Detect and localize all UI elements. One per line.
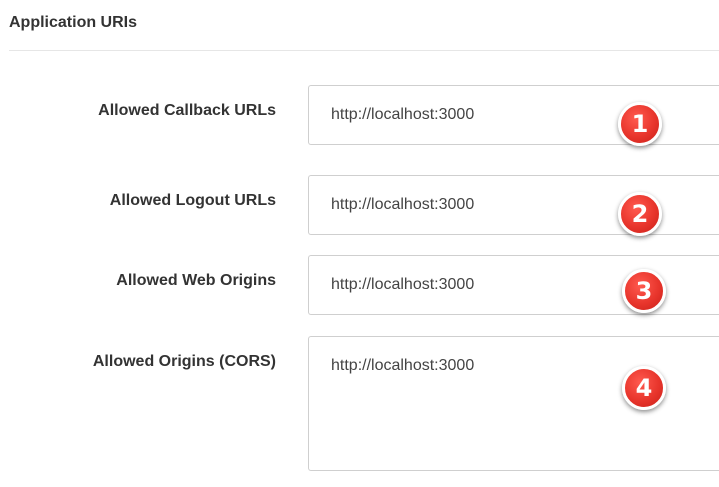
annotation-badge-2: 2 [618,192,662,236]
annotation-badge-1: 1 [618,102,662,146]
section-divider [9,50,719,51]
cors-origins-value: http://localhost:3000 [331,357,475,374]
callback-urls-label: Allowed Callback URLs [98,102,276,119]
logout-urls-value: http://localhost:3000 [331,196,475,213]
cors-origins-label: Allowed Origins (CORS) [92,353,276,370]
callback-urls-value: http://localhost:3000 [331,106,475,123]
logout-urls-label: Allowed Logout URLs [109,192,276,209]
web-origins-label: Allowed Web Origins [116,272,276,289]
annotation-badge-3: 3 [622,269,666,313]
section-title: Application URIs [9,14,138,31]
web-origins-value: http://localhost:3000 [331,276,475,293]
annotation-badge-4: 4 [622,366,666,410]
